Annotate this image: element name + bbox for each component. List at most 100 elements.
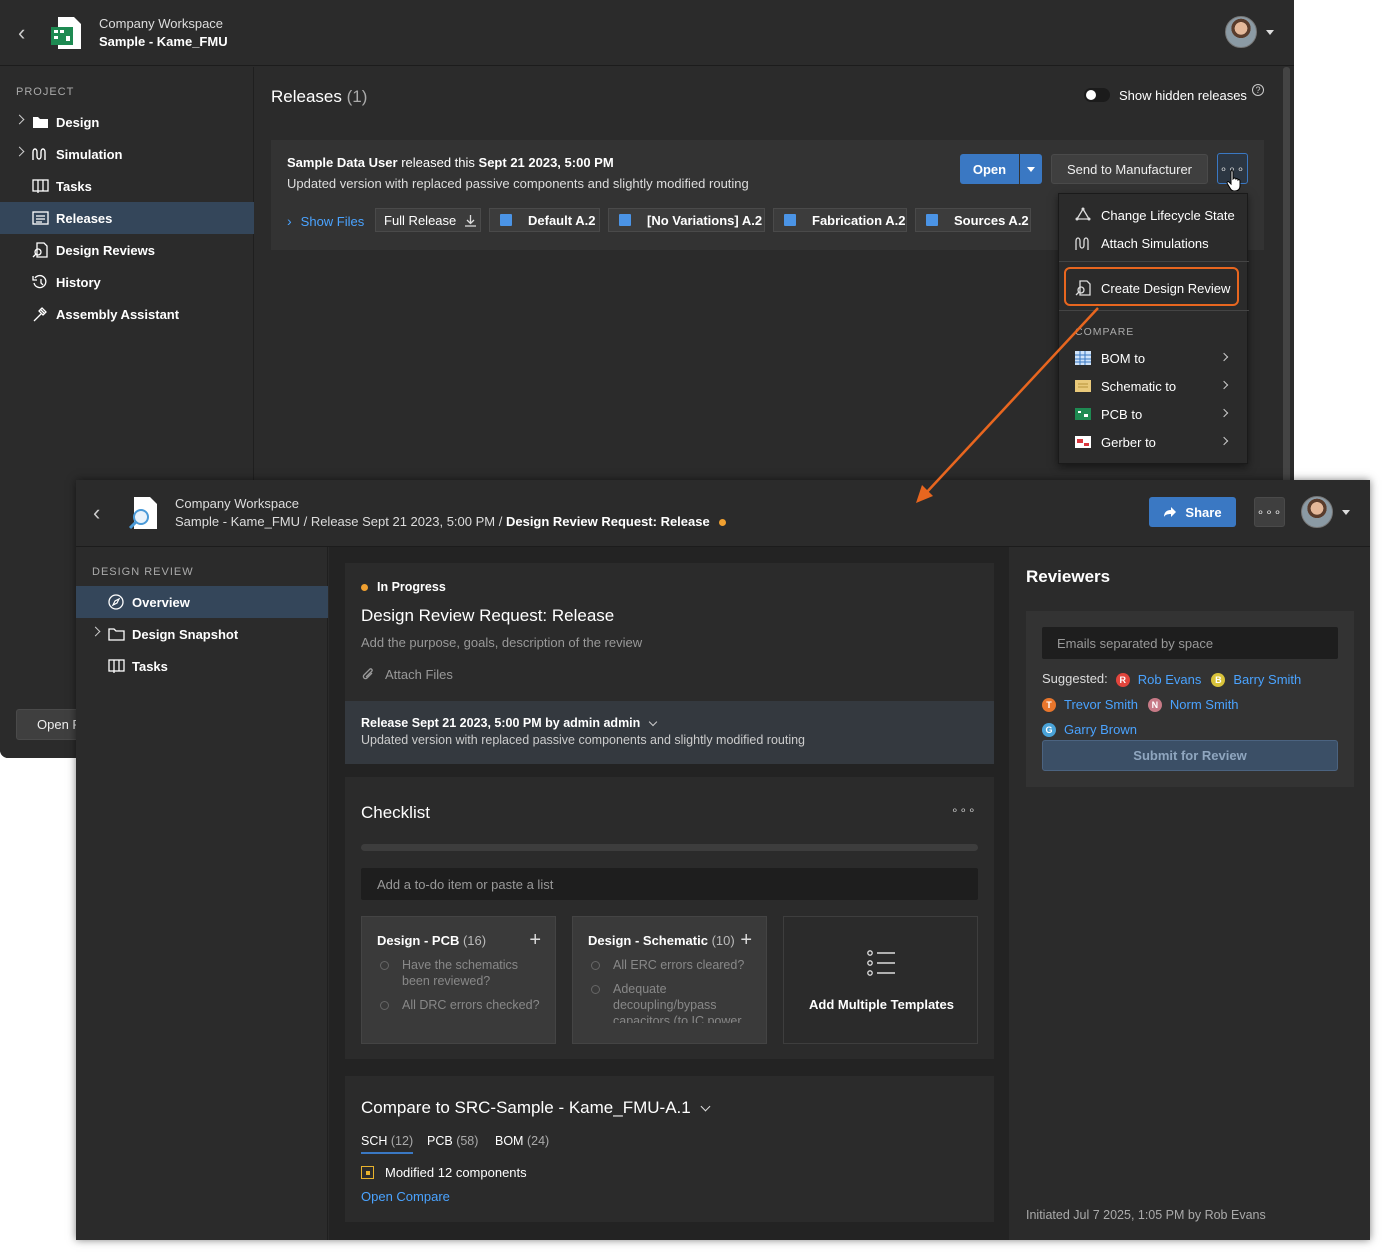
open-dropdown-button[interactable] — [1020, 154, 1042, 184]
design-review-logo-icon — [128, 497, 157, 530]
add-template-icon[interactable]: + — [740, 930, 752, 950]
user-avatar[interactable] — [1225, 16, 1257, 48]
template-card-schematic[interactable]: Design - Schematic (10) + All ERC errors… — [572, 916, 767, 1044]
tab-count: (12) — [390, 1134, 414, 1148]
sidebar-item-label: Design Reviews — [56, 243, 155, 258]
menu-item-attach-simulations[interactable]: Attach Simulations — [1059, 229, 1249, 257]
open-release-button[interactable]: Open — [960, 154, 1019, 184]
simulation-icon — [32, 148, 46, 160]
sidebar-item-simulation[interactable]: Simulation — [0, 138, 254, 170]
reviewer-garry-brown[interactable]: G Garry Brown — [1042, 718, 1137, 742]
sidebar-item-design-reviews[interactable]: Design Reviews — [0, 234, 254, 266]
overview-panel: In Progress Design Review Request: Relea… — [345, 563, 994, 764]
help-icon[interactable]: ? — [1252, 84, 1264, 96]
breadcrumb-path[interactable]: Sample - Kame_FMU / Release Sept 21 2023… — [175, 514, 502, 529]
full-release-button[interactable]: Full Release — [375, 208, 481, 232]
reviewer-norm-smith[interactable]: N Norm Smith — [1147, 693, 1239, 717]
tab-count: (24) — [526, 1134, 550, 1148]
tasks-board-icon — [32, 179, 49, 193]
back-icon[interactable]: ‹ — [93, 502, 100, 524]
suggested-reviewers: Suggested: R Rob Evans B Barry Smith T Trevor… — [1042, 667, 1342, 742]
sidebar-item-design-snapshot[interactable]: Design Snapshot — [76, 618, 328, 650]
workspace-name: Company Workspace — [99, 16, 224, 31]
sidebar-item-releases[interactable]: Releases — [0, 202, 254, 234]
reviewer-trevor-smith[interactable]: T Trevor Smith — [1042, 693, 1138, 717]
back-icon[interactable]: ‹ — [18, 22, 25, 44]
more-actions-button[interactable]: ∘∘∘ — [1254, 497, 1285, 527]
caret-down-icon[interactable] — [1342, 510, 1350, 515]
open-compare-link[interactable]: Open Compare — [361, 1189, 450, 1204]
sidebar-item-history[interactable]: History — [0, 266, 254, 298]
more-actions-menu: Change Lifecycle State Attach Simulation… — [1058, 193, 1249, 464]
show-hidden-toggle[interactable] — [1084, 88, 1110, 102]
user-avatar[interactable] — [1301, 496, 1333, 528]
send-to-manufacturer-button[interactable]: Send to Manufacturer — [1051, 154, 1208, 184]
list-icon — [867, 950, 895, 976]
reviewer-rob-evans[interactable]: R Rob Evans — [1115, 668, 1201, 692]
chip-label: Sources A.2 — [954, 212, 1029, 228]
design-review-icon — [32, 242, 48, 258]
reviewer-barry-smith[interactable]: B Barry Smith — [1211, 668, 1301, 692]
add-multiple-templates-card[interactable]: Add Multiple Templates — [783, 916, 978, 1044]
template-name: Design - Schematic — [588, 933, 708, 948]
template-card-pcb[interactable]: Design - PCB (16) + Have the schematics … — [361, 916, 556, 1044]
sidebar-item-design[interactable]: Design — [0, 106, 254, 138]
menu-item-label: Gerber to — [1101, 435, 1156, 450]
sidebar-item-overview[interactable]: Overview — [76, 586, 328, 618]
tab-bom[interactable]: BOM (24) — [495, 1134, 549, 1148]
template-title: Design - PCB (16) — [377, 933, 486, 948]
attach-files-button[interactable]: Attach Files — [361, 667, 453, 682]
chevron-down-icon — [649, 717, 658, 726]
workspace-name: Company Workspace — [175, 496, 300, 511]
compare-section-label: COMPARE — [1075, 326, 1135, 338]
template-item: All ERC errors cleared? — [613, 958, 745, 972]
release-line-text: Release Sept 21 2023, 5:00 PM by admin a… — [361, 716, 641, 730]
more-icon[interactable]: ∘∘∘ — [951, 803, 977, 817]
tab-sch[interactable]: SCH (12) — [361, 1134, 414, 1154]
review-title[interactable]: Design Review Request: Release — [361, 606, 614, 626]
release-chip-default[interactable]: Default A.2 — [489, 208, 600, 232]
download-icon — [465, 214, 477, 227]
attach-files-label: Attach Files — [385, 667, 453, 682]
release-description: Updated version with replaced passive co… — [287, 176, 749, 191]
release-line[interactable]: Release Sept 21 2023, 5:00 PM by admin a… — [361, 716, 658, 730]
submit-for-review-button[interactable]: Submit for Review — [1042, 740, 1338, 771]
release-chip-no-variations[interactable]: [No Variations] A.2 — [608, 208, 765, 232]
release-user: Sample Data User — [287, 155, 398, 170]
tab-pcb[interactable]: PCB (58) — [427, 1134, 478, 1148]
sidebar-section-label: PROJECT — [16, 86, 75, 98]
menu-item-bom-to[interactable]: BOM to — [1059, 344, 1249, 372]
add-template-icon[interactable]: + — [529, 930, 541, 950]
menu-item-schematic-to[interactable]: Schematic to — [1059, 372, 1249, 400]
caret-down-icon[interactable] — [1266, 30, 1274, 35]
template-item: Adequate decoupling/bypass capacitors (t… — [613, 982, 742, 1023]
status-dot — [719, 519, 727, 526]
share-button[interactable]: Share — [1149, 497, 1236, 527]
review-sidebar: DESIGN REVIEW Overview Design Snapshot T… — [76, 547, 328, 1240]
todo-input[interactable]: Add a to-do item or paste a list — [361, 868, 978, 900]
menu-item-pcb-to[interactable]: PCB to — [1059, 400, 1249, 428]
sidebar-item-assembly-assistant[interactable]: Assembly Assistant — [0, 298, 254, 330]
template-title: Design - Schematic (10) — [588, 933, 735, 948]
avatar: B — [1211, 673, 1226, 687]
design-review-window: ‹ Company Workspace Sample - Kame_FMU / … — [76, 480, 1370, 1240]
sidebar-item-label: Releases — [56, 211, 113, 226]
chevron-right-icon — [1219, 380, 1229, 390]
checkbox — [591, 961, 600, 970]
menu-item-label: Schematic to — [1101, 379, 1177, 394]
releases-title: Releases — [271, 87, 342, 106]
compare-title[interactable]: Compare to SRC-Sample - Kame_FMU-A.1 — [361, 1098, 711, 1118]
release-chip-fabrication[interactable]: Fabrication A.2 — [773, 208, 907, 232]
sidebar-item-tasks[interactable]: Tasks — [76, 650, 328, 682]
menu-item-gerber-to[interactable]: Gerber to — [1059, 428, 1249, 456]
purpose-field[interactable]: Add the purpose, goals, description of t… — [361, 635, 642, 650]
release-chip-sources[interactable]: Sources A.2 — [915, 208, 1031, 232]
email-input[interactable]: Emails separated by space — [1042, 627, 1338, 659]
sidebar-item-tasks[interactable]: Tasks — [0, 170, 254, 202]
chip-label: Fabrication A.2 — [812, 212, 906, 228]
scrollbar[interactable] — [1283, 67, 1290, 487]
menu-item-change-lifecycle[interactable]: Change Lifecycle State — [1059, 201, 1249, 229]
show-files-link[interactable]: › Show Files — [287, 213, 364, 229]
modified-icon — [361, 1166, 374, 1179]
avatar: T — [1042, 698, 1056, 712]
